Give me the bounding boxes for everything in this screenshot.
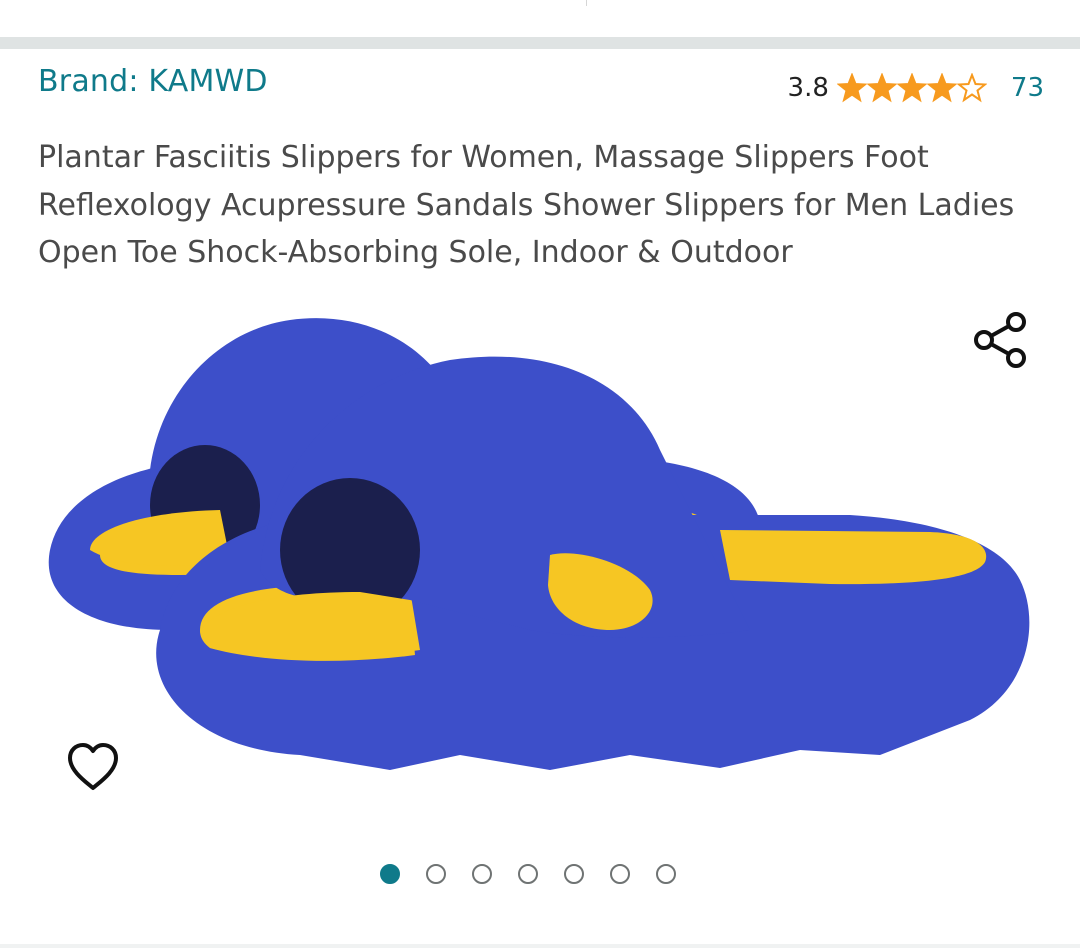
share-button[interactable] (970, 308, 1030, 368)
product-title: Plantar Fasciitis Slippers for Women, Ma… (38, 140, 1015, 270)
star-full-icon (866, 73, 897, 103)
star-full-icon (836, 73, 867, 103)
share-icon (974, 312, 1026, 368)
carousel-dot[interactable] (426, 864, 446, 884)
carousel-dot[interactable] (472, 864, 492, 884)
top-strip (0, 0, 1080, 36)
heart-icon (68, 743, 118, 790)
star-empty-icon (956, 73, 987, 103)
carousel-indicators (380, 864, 676, 888)
carousel-dot[interactable] (380, 864, 400, 884)
carousel-dot[interactable] (656, 864, 676, 884)
star-full-icon (896, 73, 927, 103)
product-image (48, 318, 1030, 770)
star-rating (836, 73, 987, 103)
brand-link[interactable]: Brand: KAMWD (38, 64, 268, 99)
product-image-carousel[interactable] (0, 290, 1080, 850)
carousel-dot[interactable] (518, 864, 538, 884)
carousel-dot[interactable] (610, 864, 630, 884)
carousel-dot[interactable] (564, 864, 584, 884)
rating-summary[interactable]: 3.8 73 (788, 70, 1044, 106)
top-tick (586, 0, 587, 6)
wishlist-button[interactable] (64, 738, 122, 796)
section-divider (0, 37, 1080, 49)
bottom-divider (0, 944, 1080, 948)
review-count-link[interactable]: 73 (1011, 73, 1044, 103)
rating-value: 3.8 (787, 73, 829, 103)
star-partial-icon (926, 73, 957, 103)
